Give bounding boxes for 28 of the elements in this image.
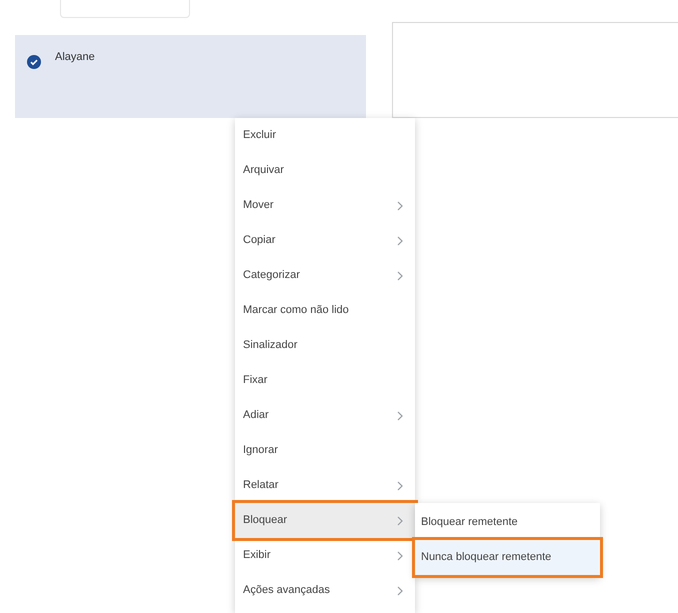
chevron-right-icon xyxy=(397,200,403,210)
message-item[interactable]: Alayane xyxy=(15,35,366,118)
sender-name: Alayane xyxy=(55,50,95,65)
menu-item[interactable]: Relatar xyxy=(235,468,415,503)
menu-item[interactable]: Copiar xyxy=(235,223,415,258)
menu-item[interactable]: Excluir xyxy=(235,118,415,153)
menu-item[interactable]: Marcar como não lido xyxy=(235,293,415,328)
menu-item[interactable]: Adiar xyxy=(235,398,415,433)
menu-item[interactable]: Ações avançadas xyxy=(235,573,415,608)
chevron-right-icon xyxy=(397,550,403,560)
chevron-right-icon xyxy=(397,586,403,596)
menu-item[interactable]: Arquivar xyxy=(235,153,415,188)
menu-item[interactable]: Nunca bloquear remetente xyxy=(415,540,600,575)
menu-item[interactable]: Bloquear remetente xyxy=(415,505,600,540)
menu-item[interactable]: Sinalizador xyxy=(235,328,415,363)
menu-item[interactable]: Categorizar xyxy=(235,258,415,293)
search-field[interactable] xyxy=(60,0,190,18)
chevron-right-icon xyxy=(397,236,403,246)
menu-item[interactable]: Ignorar xyxy=(235,433,415,468)
menu-item[interactable]: Bloquear xyxy=(235,503,415,538)
chevron-right-icon xyxy=(397,270,403,280)
menu-item[interactable]: Fixar xyxy=(235,363,415,398)
chevron-right-icon xyxy=(397,410,403,420)
chevron-right-icon xyxy=(397,516,403,526)
menu-item[interactable]: Mover xyxy=(235,188,415,223)
menu-item[interactable]: Exibir xyxy=(235,538,415,573)
checkmark-icon xyxy=(27,55,41,69)
chevron-right-icon xyxy=(397,480,403,490)
